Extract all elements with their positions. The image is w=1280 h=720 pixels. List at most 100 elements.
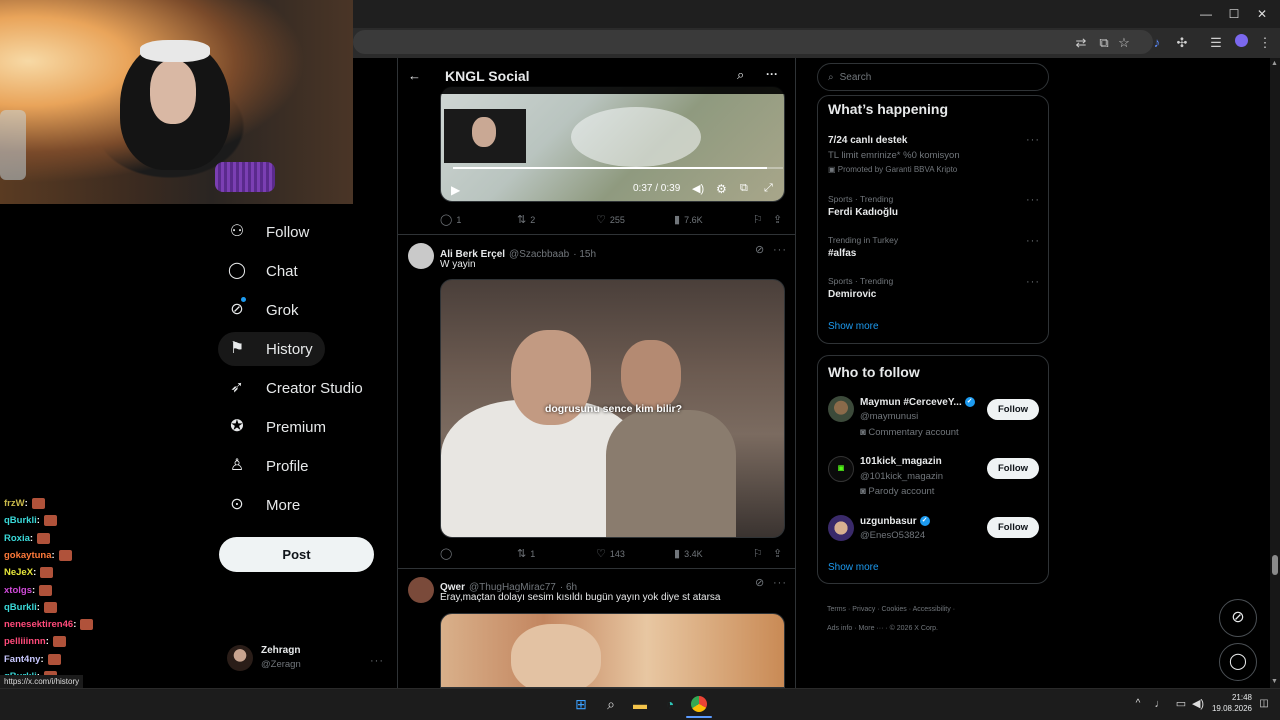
tray-overflow-icon[interactable]: ^	[1128, 694, 1148, 714]
wtf-name-2[interactable]: 101kick_magazin	[860, 456, 942, 467]
footer-terms[interactable]: Terms	[827, 606, 846, 613]
clock-date[interactable]: 19.08.2026	[1202, 704, 1252, 713]
trend-name-2[interactable]: Ferdi Kadıoğlu	[828, 207, 898, 218]
grok-explain-icon[interactable]: ⊘	[755, 243, 764, 256]
nav-chat[interactable]: ◯ Chat	[218, 254, 310, 288]
trend-more-icon-3[interactable]: ···	[1026, 235, 1040, 247]
video-progress-track[interactable]	[453, 167, 783, 169]
video-player-1[interactable]: ▶ 0:37 / 0:39 ◀) ⚙ ⧉ ⤢	[440, 86, 785, 202]
header-more-icon[interactable]: ···	[766, 67, 778, 81]
wtf-name-1[interactable]: Maymun #CerceveY... ✓	[860, 397, 975, 408]
nav-history[interactable]: ⚑ History	[218, 332, 325, 366]
follow-button-2[interactable]: Follow	[987, 458, 1039, 479]
tweet-author-handle[interactable]: @Szacbbaab	[509, 249, 569, 260]
wtf-avatar-1[interactable]	[828, 396, 854, 422]
tweet-video-2[interactable]: dogrusunu sence kim bilir?	[440, 279, 785, 538]
repost-action[interactable]: ⇅ 2	[517, 213, 535, 226]
microphone-tray-icon[interactable]: ♩	[1150, 694, 1170, 714]
extension-audio-icon[interactable]: ♪	[1147, 33, 1167, 53]
close-window-button[interactable]: ✕	[1254, 6, 1270, 22]
trend-more-icon-4[interactable]: ···	[1026, 276, 1040, 288]
follow-button-3[interactable]: Follow	[987, 517, 1039, 538]
edge-browser-icon[interactable]: ◔	[660, 694, 680, 714]
footer-ads-info[interactable]: Ads info	[827, 625, 852, 632]
tweet-time[interactable]: · 15h	[573, 249, 596, 260]
nav-creator-studio[interactable]: ➶ Creator Studio	[218, 371, 375, 405]
trend-name-4[interactable]: Demirovic	[828, 289, 876, 300]
minimize-button[interactable]: —	[1198, 6, 1214, 22]
taskbar-search-icon[interactable]: ⌕	[601, 694, 621, 714]
tweet-video-3[interactable]	[440, 613, 785, 688]
footer-privacy[interactable]: Privacy	[852, 606, 875, 613]
maximize-button[interactable]: ☐	[1226, 6, 1242, 22]
notifications-icon[interactable]: ◫	[1254, 694, 1274, 714]
grok-explain-icon-3[interactable]: ⊘	[755, 576, 764, 589]
account-avatar[interactable]	[227, 645, 253, 671]
views-action[interactable]: ▮ 7.6K	[674, 213, 703, 226]
page-scrollbar[interactable]	[1270, 58, 1280, 688]
footer-more[interactable]: More ···	[859, 625, 884, 632]
address-bar[interactable]	[353, 30, 1153, 54]
trend-name-3[interactable]: #alfas	[828, 248, 856, 259]
like-action-2[interactable]: ♡ 143	[596, 547, 625, 560]
wtf-avatar-3[interactable]	[828, 515, 854, 541]
promoted-trend-name[interactable]: 7/24 canlı destek	[828, 135, 908, 146]
reply-action-2[interactable]: ◯	[440, 547, 456, 560]
nav-premium[interactable]: ✪ Premium	[218, 410, 338, 444]
windows-start-icon[interactable]: ⊞	[571, 694, 591, 714]
bookmark-star-icon[interactable]: ☆	[1114, 33, 1134, 53]
chat-username: qBurkli	[4, 601, 37, 613]
trend-more-icon-1[interactable]: ···	[1026, 134, 1040, 146]
nav-more[interactable]: ⊙ More	[218, 488, 312, 522]
wtf-name-3[interactable]: uzgunbasur ✓	[860, 516, 930, 527]
settings-gear-icon[interactable]: ⚙	[716, 182, 727, 196]
repost-action-2[interactable]: ⇅ 1	[517, 547, 535, 560]
wtf-avatar-2[interactable]: ▣	[828, 456, 854, 482]
views-action-2[interactable]: ▮ 3.4K	[674, 547, 703, 560]
nav-grok[interactable]: ⊘ Grok	[218, 293, 311, 327]
chrome-browser-icon[interactable]	[689, 694, 709, 714]
profile-avatar-icon[interactable]	[1231, 33, 1251, 53]
post-button[interactable]: Post	[219, 537, 374, 572]
tweet-avatar-3[interactable]	[408, 577, 434, 603]
scroll-down-icon[interactable]: ▼	[1271, 678, 1278, 685]
picture-in-picture-icon[interactable]: ⧉	[740, 182, 748, 195]
share-action-2[interactable]: ⇪	[773, 547, 786, 560]
back-arrow-icon[interactable]: ←	[408, 68, 421, 83]
like-action[interactable]: ♡ 255	[596, 213, 625, 226]
like-count-2: 143	[609, 548, 625, 559]
reply-action[interactable]: ◯ 1	[440, 213, 461, 226]
tweet-more-icon-3[interactable]: ···	[773, 577, 787, 589]
grok-fab-icon[interactable]: ⊘	[1219, 599, 1257, 637]
trends-show-more-link[interactable]: Show more	[828, 321, 879, 332]
follow-button-1[interactable]: Follow	[987, 399, 1039, 420]
messages-fab-icon[interactable]: ◯	[1219, 643, 1257, 681]
bookmark-action[interactable]: ⚐	[753, 213, 767, 226]
browser-menu-icon[interactable]: ⋮	[1255, 33, 1275, 53]
fullscreen-icon[interactable]: ⤢	[764, 182, 773, 195]
media-controls-icon[interactable]: ☰	[1206, 33, 1226, 53]
tweet-avatar[interactable]	[408, 243, 434, 269]
tweet-more-icon[interactable]: ···	[773, 244, 787, 256]
nav-follow[interactable]: ⚇ Follow	[218, 215, 321, 249]
play-icon[interactable]: ▶	[451, 183, 460, 197]
search-icon[interactable]: ⌕	[737, 67, 744, 83]
account-menu-icon[interactable]: ···	[370, 651, 384, 669]
volume-icon[interactable]: ◀)	[692, 182, 704, 195]
scroll-up-icon[interactable]: ▲	[1271, 60, 1278, 67]
scrollbar-thumb[interactable]	[1272, 555, 1278, 575]
translate-icon[interactable]: ⇄	[1071, 33, 1091, 53]
trend-more-icon-2[interactable]: ···	[1026, 194, 1040, 206]
nav-profile[interactable]: ♙ Profile	[218, 449, 321, 483]
chat-username: Roxia	[4, 532, 30, 544]
clock-time[interactable]: 21:48	[1212, 693, 1252, 702]
wtf-show-more-link[interactable]: Show more	[828, 562, 879, 573]
extensions-puzzle-icon[interactable]: ✣	[1172, 33, 1192, 53]
search-input[interactable]: ⌕ Search	[817, 63, 1049, 91]
share-action[interactable]: ⇪	[773, 213, 786, 226]
footer-cookies[interactable]: Cookies	[881, 606, 906, 613]
file-explorer-icon[interactable]: ▬	[630, 694, 650, 714]
footer-accessibility[interactable]: Accessibility	[913, 606, 951, 613]
bookmark-action-2[interactable]: ⚐	[753, 547, 767, 560]
install-app-icon[interactable]: ⧉	[1094, 33, 1114, 53]
